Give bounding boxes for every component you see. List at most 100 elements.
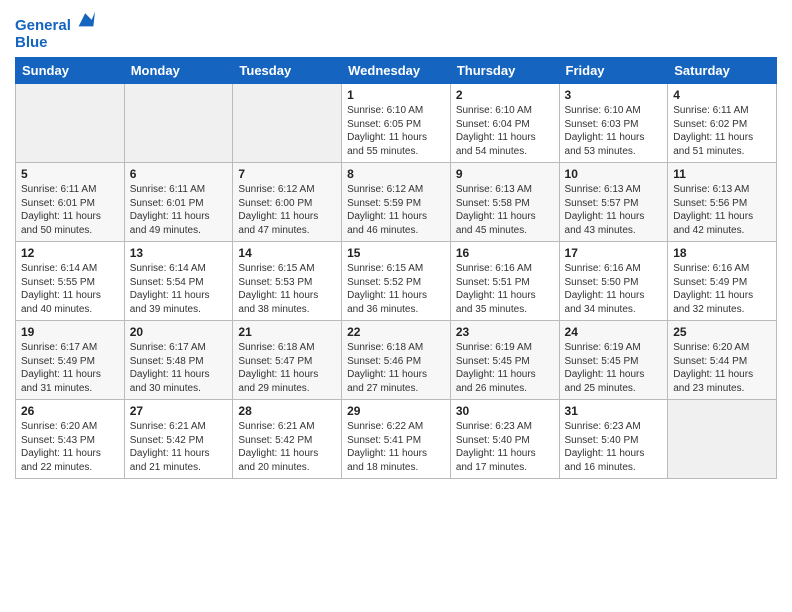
day-cell: [16, 84, 125, 163]
day-number: 25: [673, 325, 771, 339]
day-info: Sunrise: 6:12 AM Sunset: 5:59 PM Dayligh…: [347, 183, 445, 237]
week-row-2: 5 Sunrise: 6:11 AM Sunset: 6:01 PM Daylig…: [16, 163, 777, 242]
day-number: 13: [130, 246, 228, 260]
day-info: Sunrise: 6:19 AM Sunset: 5:45 PM Dayligh…: [565, 341, 663, 395]
day-number: 20: [130, 325, 228, 339]
day-cell: 11 Sunrise: 6:13 AM Sunset: 5:56 PM Dayli…: [668, 163, 777, 242]
logo: General Blue: [15, 10, 95, 51]
day-cell: 26 Sunrise: 6:20 AM Sunset: 5:43 PM Dayli…: [16, 400, 125, 479]
week-row-5: 26 Sunrise: 6:20 AM Sunset: 5:43 PM Dayli…: [16, 400, 777, 479]
day-cell: 30 Sunrise: 6:23 AM Sunset: 5:40 PM Dayli…: [450, 400, 559, 479]
day-info: Sunrise: 6:21 AM Sunset: 5:42 PM Dayligh…: [130, 420, 228, 474]
day-info: Sunrise: 6:16 AM Sunset: 5:51 PM Dayligh…: [456, 262, 554, 316]
day-cell: 15Sunrise: 6:15 AM Sunset: 5:52 PM Dayli…: [342, 242, 451, 321]
day-info: Sunrise: 6:14 AM Sunset: 5:54 PM Dayligh…: [130, 262, 228, 316]
day-cell: [124, 84, 233, 163]
page: General Blue SundayMondayTuesdayWednesda…: [0, 0, 792, 612]
day-number: 16: [456, 246, 554, 260]
day-info: Sunrise: 6:13 AM Sunset: 5:58 PM Dayligh…: [456, 183, 554, 237]
day-number: 26: [21, 404, 119, 418]
day-number: 17: [565, 246, 663, 260]
day-cell: 1 Sunrise: 6:10 AM Sunset: 6:05 PM Daylig…: [342, 84, 451, 163]
day-cell: 6Sunrise: 6:11 AM Sunset: 6:01 PM Daylig…: [124, 163, 233, 242]
day-cell: 5 Sunrise: 6:11 AM Sunset: 6:01 PM Daylig…: [16, 163, 125, 242]
day-info: Sunrise: 6:18 AM Sunset: 5:47 PM Dayligh…: [238, 341, 336, 395]
day-cell: 19Sunrise: 6:17 AM Sunset: 5:49 PM Dayli…: [16, 321, 125, 400]
day-cell: 18 Sunrise: 6:16 AM Sunset: 5:49 PM Dayli…: [668, 242, 777, 321]
day-cell: 12 Sunrise: 6:14 AM Sunset: 5:55 PM Dayli…: [16, 242, 125, 321]
weekday-monday: Monday: [124, 58, 233, 84]
day-cell: 22 Sunrise: 6:18 AM Sunset: 5:46 PM Dayli…: [342, 321, 451, 400]
day-number: 31: [565, 404, 663, 418]
day-info: Sunrise: 6:19 AM Sunset: 5:45 PM Dayligh…: [456, 341, 554, 395]
day-info: Sunrise: 6:18 AM Sunset: 5:46 PM Dayligh…: [347, 341, 445, 395]
weekday-wednesday: Wednesday: [342, 58, 451, 84]
day-info: Sunrise: 6:20 AM Sunset: 5:44 PM Dayligh…: [673, 341, 771, 395]
day-info: Sunrise: 6:15 AM Sunset: 5:52 PM Dayligh…: [347, 262, 445, 316]
day-info: Sunrise: 6:23 AM Sunset: 5:40 PM Dayligh…: [565, 420, 663, 474]
day-number: 18: [673, 246, 771, 260]
day-info: Sunrise: 6:10 AM Sunset: 6:05 PM Dayligh…: [347, 104, 445, 158]
logo-blue: Blue: [15, 34, 48, 51]
day-number: 6: [130, 167, 228, 181]
day-info: Sunrise: 6:13 AM Sunset: 5:57 PM Dayligh…: [565, 183, 663, 237]
logo-text: General Blue: [15, 10, 95, 51]
calendar: SundayMondayTuesdayWednesdayThursdayFrid…: [15, 57, 777, 479]
day-info: Sunrise: 6:20 AM Sunset: 5:43 PM Dayligh…: [21, 420, 119, 474]
day-info: Sunrise: 6:12 AM Sunset: 6:00 PM Dayligh…: [238, 183, 336, 237]
logo-general: General: [15, 17, 71, 34]
day-number: 30: [456, 404, 554, 418]
day-info: Sunrise: 6:11 AM Sunset: 6:02 PM Dayligh…: [673, 104, 771, 158]
day-number: 1: [347, 88, 445, 102]
day-info: Sunrise: 6:13 AM Sunset: 5:56 PM Dayligh…: [673, 183, 771, 237]
day-info: Sunrise: 6:22 AM Sunset: 5:41 PM Dayligh…: [347, 420, 445, 474]
day-info: Sunrise: 6:11 AM Sunset: 6:01 PM Dayligh…: [21, 183, 119, 237]
day-number: 21: [238, 325, 336, 339]
day-number: 28: [238, 404, 336, 418]
day-cell: 2Sunrise: 6:10 AM Sunset: 6:04 PM Daylig…: [450, 84, 559, 163]
day-number: 10: [565, 167, 663, 181]
day-cell: 14 Sunrise: 6:15 AM Sunset: 5:53 PM Dayli…: [233, 242, 342, 321]
day-info: Sunrise: 6:23 AM Sunset: 5:40 PM Dayligh…: [456, 420, 554, 474]
weekday-thursday: Thursday: [450, 58, 559, 84]
week-row-3: 12 Sunrise: 6:14 AM Sunset: 5:55 PM Dayli…: [16, 242, 777, 321]
day-number: 27: [130, 404, 228, 418]
day-info: Sunrise: 6:17 AM Sunset: 5:49 PM Dayligh…: [21, 341, 119, 395]
day-cell: 27 Sunrise: 6:21 AM Sunset: 5:42 PM Dayli…: [124, 400, 233, 479]
day-cell: 25 Sunrise: 6:20 AM Sunset: 5:44 PM Dayli…: [668, 321, 777, 400]
day-cell: 24 Sunrise: 6:19 AM Sunset: 5:45 PM Dayli…: [559, 321, 668, 400]
day-cell: 31 Sunrise: 6:23 AM Sunset: 5:40 PM Dayli…: [559, 400, 668, 479]
day-number: 12: [21, 246, 119, 260]
day-cell: 17Sunrise: 6:16 AM Sunset: 5:50 PM Dayli…: [559, 242, 668, 321]
day-cell: 23Sunrise: 6:19 AM Sunset: 5:45 PM Dayli…: [450, 321, 559, 400]
day-info: Sunrise: 6:15 AM Sunset: 5:53 PM Dayligh…: [238, 262, 336, 316]
day-cell: 7Sunrise: 6:12 AM Sunset: 6:00 PM Daylig…: [233, 163, 342, 242]
day-number: 29: [347, 404, 445, 418]
day-number: 14: [238, 246, 336, 260]
day-cell: 21 Sunrise: 6:18 AM Sunset: 5:47 PM Dayli…: [233, 321, 342, 400]
day-info: Sunrise: 6:14 AM Sunset: 5:55 PM Dayligh…: [21, 262, 119, 316]
day-number: 5: [21, 167, 119, 181]
day-number: 9: [456, 167, 554, 181]
day-number: 11: [673, 167, 771, 181]
weekday-friday: Friday: [559, 58, 668, 84]
day-cell: [233, 84, 342, 163]
day-cell: 10 Sunrise: 6:13 AM Sunset: 5:57 PM Dayli…: [559, 163, 668, 242]
day-cell: 13 Sunrise: 6:14 AM Sunset: 5:54 PM Dayli…: [124, 242, 233, 321]
day-number: 3: [565, 88, 663, 102]
day-info: Sunrise: 6:16 AM Sunset: 5:49 PM Dayligh…: [673, 262, 771, 316]
day-number: 24: [565, 325, 663, 339]
day-info: Sunrise: 6:10 AM Sunset: 6:04 PM Dayligh…: [456, 104, 554, 158]
weekday-tuesday: Tuesday: [233, 58, 342, 84]
week-row-1: 1 Sunrise: 6:10 AM Sunset: 6:05 PM Daylig…: [16, 84, 777, 163]
weekday-header-row: SundayMondayTuesdayWednesdayThursdayFrid…: [16, 58, 777, 84]
weekday-saturday: Saturday: [668, 58, 777, 84]
day-info: Sunrise: 6:17 AM Sunset: 5:48 PM Dayligh…: [130, 341, 228, 395]
day-cell: [668, 400, 777, 479]
day-cell: 28Sunrise: 6:21 AM Sunset: 5:42 PM Dayli…: [233, 400, 342, 479]
header: General Blue: [15, 10, 777, 51]
week-row-4: 19Sunrise: 6:17 AM Sunset: 5:49 PM Dayli…: [16, 321, 777, 400]
day-cell: 20 Sunrise: 6:17 AM Sunset: 5:48 PM Dayli…: [124, 321, 233, 400]
day-number: 22: [347, 325, 445, 339]
day-number: 8: [347, 167, 445, 181]
